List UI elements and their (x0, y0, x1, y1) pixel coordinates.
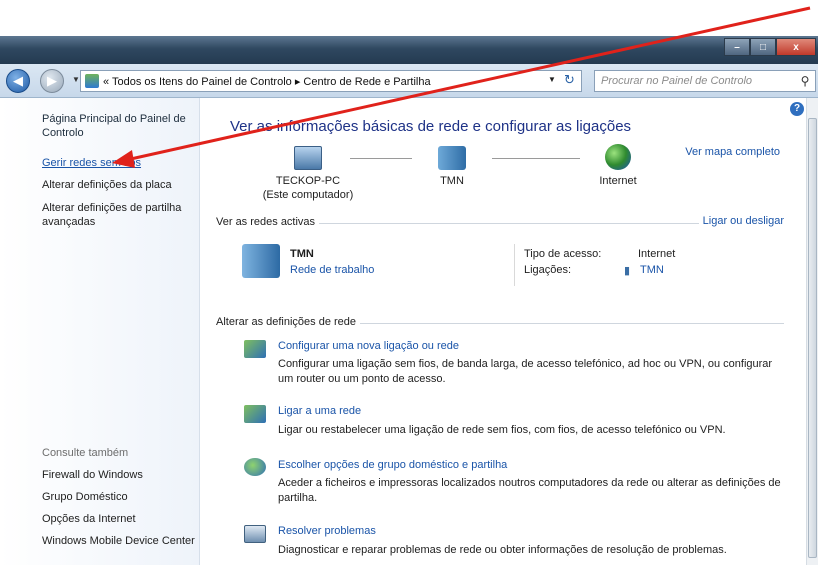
breadcrumb[interactable]: « Todos os Itens do Painel de Controlo ▸… (103, 75, 431, 88)
node-network-name: TMN (440, 175, 464, 187)
window-titlebar[interactable] (0, 36, 818, 64)
connection-line (350, 158, 412, 159)
network-type-link[interactable]: Rede de trabalho (290, 264, 374, 276)
navigation-bar: ◀ ▶ ▼ « Todos os Itens do Painel de Cont… (0, 64, 818, 98)
address-dropdown-icon[interactable]: ▼ (548, 75, 556, 84)
task-homegroup-desc: Aceder a ficheiros e impressoras localiz… (278, 477, 781, 504)
access-type-value: Internet (638, 248, 676, 260)
task-new-connection-desc: Configurar uma ligação sem fios, de band… (278, 358, 773, 385)
forward-arrow-icon[interactable]: ▶ (40, 69, 64, 93)
back-arrow-icon[interactable]: ◀ (6, 69, 30, 93)
task-connect-network-desc: Ligar ou restabelecer uma ligação de red… (278, 424, 726, 436)
network-bench-icon (242, 244, 280, 278)
view-full-map-link[interactable]: Ver mapa completo (685, 146, 780, 158)
history-dropdown-icon[interactable]: ▼ (72, 75, 80, 84)
search-icon[interactable]: ⚲ (795, 74, 815, 88)
task-new-connection[interactable]: Configurar uma nova ligação ou rede (278, 340, 459, 352)
sidebar-item-adapter-settings[interactable]: Alterar definições da placa (42, 178, 192, 192)
see-also-mobile-device-center[interactable]: Windows Mobile Device Center (42, 534, 202, 548)
node-internet-name: Internet (599, 175, 637, 187)
search-box[interactable]: Procurar no Painel de Controlo ⚲ (594, 70, 816, 92)
minimize-button[interactable]: – (724, 38, 750, 56)
address-bar[interactable]: « Todos os Itens do Painel de Controlo ▸… (80, 70, 582, 92)
page-title: Ver as informações básicas de rede e con… (230, 118, 632, 135)
troubleshoot-icon (244, 525, 266, 543)
connect-disconnect-link[interactable]: Ligar ou desligar (698, 215, 784, 227)
globe-icon (605, 144, 631, 170)
homegroup-icon (244, 458, 266, 476)
node-computer[interactable]: TECKOP-PC (Este computador) (258, 146, 358, 202)
node-computer-name: TECKOP-PC (275, 175, 341, 187)
network-icon (438, 146, 466, 170)
new-connection-icon (244, 340, 266, 358)
search-input[interactable]: Procurar no Painel de Controlo (601, 75, 795, 87)
see-also-heading: Consulte também (42, 447, 129, 459)
connection-link[interactable]: TMN (640, 264, 664, 276)
node-computer-sub: (Este computador) (262, 189, 354, 201)
task-connect-network[interactable]: Ligar a uma rede (278, 405, 361, 417)
see-also-firewall[interactable]: Firewall do Windows (42, 468, 192, 482)
change-settings-heading: Alterar as definições de rede (216, 316, 361, 328)
sidebar-item-sharing-settings[interactable]: Alterar definições de partilha avançadas (42, 201, 192, 229)
main-content: ? Ver as informações básicas de rede e c… (200, 98, 806, 565)
signal-icon: ▮ (624, 265, 631, 277)
task-homegroup[interactable]: Escolher opções de grupo doméstico e par… (278, 459, 507, 471)
sidebar-home-link[interactable]: Página Principal do Painel de Controlo (42, 112, 192, 140)
active-networks-heading: Ver as redes activas (216, 216, 320, 228)
task-troubleshoot-desc: Diagnosticar e reparar problemas de rede… (278, 544, 727, 556)
access-type-label: Tipo de acesso: (524, 248, 602, 260)
sidebar: Página Principal do Painel de Controlo G… (0, 98, 200, 565)
maximize-button[interactable]: □ (750, 38, 776, 56)
node-internet[interactable]: Internet (588, 144, 648, 188)
window-controls: – □ x (724, 38, 816, 56)
control-panel-icon (85, 74, 99, 88)
close-button[interactable]: x (776, 38, 816, 56)
connect-network-icon (244, 405, 266, 423)
help-icon[interactable]: ? (790, 102, 804, 116)
connection-line (492, 158, 580, 159)
divider (514, 244, 515, 286)
vertical-scrollbar[interactable] (806, 98, 818, 565)
node-network[interactable]: TMN (422, 146, 482, 188)
active-network-name: TMN (290, 248, 314, 260)
see-also-internet-options[interactable]: Opções da Internet (42, 512, 192, 526)
refresh-icon[interactable]: ↻ (564, 72, 575, 88)
see-also-homegroup[interactable]: Grupo Doméstico (42, 490, 192, 504)
connections-label: Ligações: (524, 264, 572, 276)
scrollbar-thumb[interactable] (808, 118, 817, 558)
task-troubleshoot[interactable]: Resolver problemas (278, 525, 376, 537)
sidebar-item-manage-wireless[interactable]: Gerir redes sem fios (42, 156, 192, 170)
computer-icon (294, 146, 322, 170)
